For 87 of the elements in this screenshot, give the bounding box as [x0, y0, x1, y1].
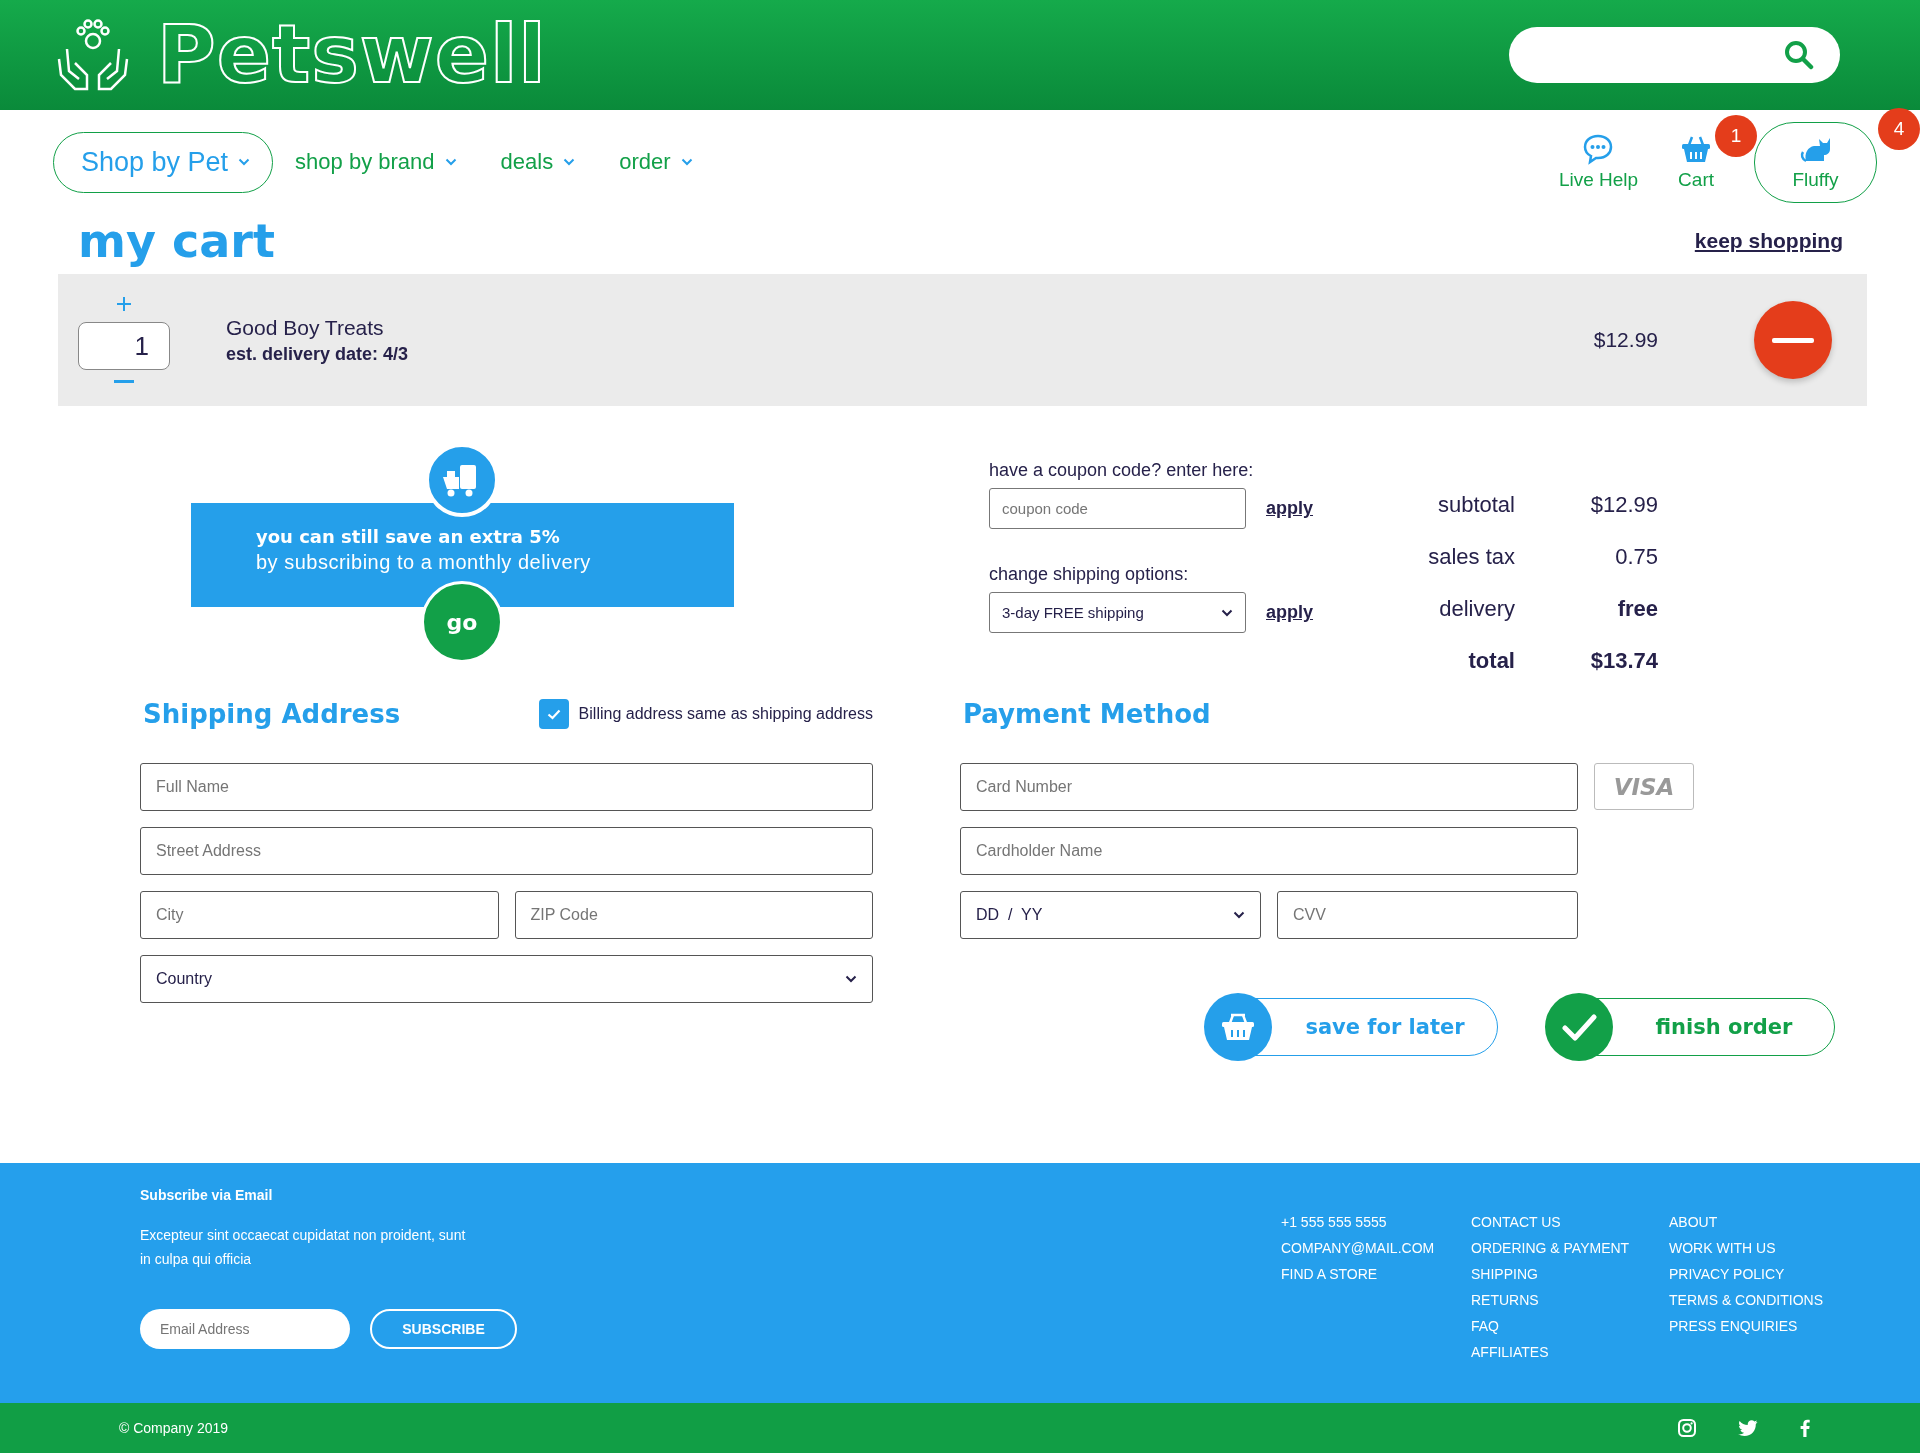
utility-link[interactable]: Fluffy — [1754, 121, 1877, 203]
checkbox[interactable] — [538, 699, 569, 729]
delivery-date: est. delivery date: 4/3 — [226, 343, 409, 365]
utility-link[interactable]: Live Help — [1558, 133, 1639, 191]
chat-bubble-icon — [1582, 133, 1615, 165]
count-badge: 4 — [1878, 107, 1920, 150]
chevron-icon — [680, 158, 693, 166]
check-icon — [1545, 993, 1613, 1061]
input-field[interactable]: City — [140, 891, 499, 939]
basket-icon — [1204, 993, 1272, 1061]
footer-link[interactable]: ABOUT — [1669, 1209, 1718, 1235]
copyright: © Company 2019 — [119, 1420, 229, 1436]
footer-link[interactable]: +1 555 555 5555 — [1281, 1209, 1387, 1235]
facebook-icon[interactable] — [1800, 1419, 1810, 1437]
product-name: Good Boy Treats — [226, 315, 385, 340]
dropdown[interactable]: DD / YY — [960, 891, 1261, 939]
input-field[interactable]: Cardholder Name — [960, 827, 1578, 875]
quantity-field[interactable]: 1 — [78, 322, 170, 370]
apply-link[interactable]: apply — [1266, 498, 1313, 519]
shipping-options-label: change shipping options: — [989, 564, 1190, 585]
chevron-icon — [1233, 911, 1245, 919]
apply-link[interactable]: apply — [1266, 602, 1313, 623]
search-field[interactable] — [1509, 27, 1840, 83]
summary-label: total — [1467, 648, 1515, 674]
subscribe-button[interactable]: SUBSCRIBE — [370, 1309, 517, 1349]
footer-link[interactable]: WORK WITH US — [1669, 1235, 1776, 1261]
coupon-label: have a coupon code? enter here: — [989, 460, 1255, 481]
checkbox-label: Billing address same as shipping address — [578, 705, 873, 723]
twitter-icon[interactable] — [1738, 1420, 1758, 1436]
footer-link[interactable]: RETURNS — [1471, 1287, 1539, 1313]
instagram-icon[interactable] — [1678, 1419, 1696, 1437]
footer-link[interactable]: COMPANY@MAIL.COM — [1281, 1235, 1435, 1261]
save-for-later-button[interactable]: save for later — [1204, 993, 1498, 1061]
summary-label: sales tax — [1427, 544, 1515, 570]
summary-value: 0.75 — [1614, 544, 1658, 570]
go-button[interactable]: go — [421, 581, 503, 663]
checkmark-icon — [546, 708, 561, 720]
chevron-icon — [238, 158, 251, 166]
footer-link[interactable]: PRIVACY POLICY — [1669, 1261, 1785, 1287]
remove-button[interactable] — [1754, 301, 1832, 379]
chevron-icon — [1221, 608, 1233, 617]
footer-link[interactable]: FAQ — [1471, 1313, 1499, 1339]
chevron-icon — [563, 158, 576, 166]
summary-value: $13.74 — [1589, 648, 1658, 674]
input-field[interactable]: ZIP Code — [514, 891, 873, 939]
page-title: my cart — [78, 214, 275, 268]
shipping-dropdown[interactable]: 3-day FREE shipping — [989, 592, 1246, 633]
footer-link[interactable]: ORDERING & PAYMENT — [1471, 1235, 1630, 1261]
summary-label: subtotal — [1436, 492, 1515, 518]
finish-order-button[interactable]: finish order — [1545, 993, 1835, 1061]
summary-value: free — [1616, 596, 1658, 622]
logo-text: Petswell — [157, 15, 547, 95]
footer-link[interactable]: FIND A STORE — [1281, 1261, 1378, 1287]
footer-link[interactable]: TERMS & CONDITIONS — [1669, 1287, 1823, 1313]
minus-icon[interactable] — [114, 380, 134, 384]
input-field[interactable]: Card Number — [960, 763, 1578, 811]
count-badge: 1 — [1715, 115, 1757, 157]
footer-link[interactable]: CONTACT US — [1471, 1209, 1561, 1235]
summary-value: $12.99 — [1589, 492, 1658, 518]
plus-icon[interactable] — [116, 296, 132, 312]
nav-link[interactable]: shop by brand — [295, 149, 457, 175]
nav-link[interactable]: deals — [500, 149, 576, 175]
coupon-field[interactable]: coupon code — [989, 488, 1246, 529]
utility-link[interactable]: Cart — [1678, 133, 1714, 191]
subscribe-text: Excepteur sint occaecat cupidatat non proident, sunt in culpa qui officia — [140, 1226, 467, 1269]
input-field[interactable]: CVV — [1277, 891, 1578, 939]
card-brand-logo: VISA — [1594, 763, 1694, 810]
section-title: Payment Method — [963, 699, 1211, 729]
keep-shopping-link[interactable]: keep shopping — [1694, 229, 1843, 253]
chevron-icon — [845, 975, 857, 983]
promo-headline: you can still save an extra 5% — [256, 526, 561, 547]
dropdown[interactable]: Country — [140, 955, 873, 1003]
subscribe-title: Subscribe via Email — [140, 1187, 274, 1203]
footer-link[interactable]: SHIPPING — [1471, 1261, 1538, 1287]
input-field[interactable]: Street Address — [140, 827, 873, 875]
chevron-icon — [444, 158, 457, 166]
email-field[interactable]: Email Address — [140, 1309, 350, 1349]
footer-link[interactable]: AFFILIATES — [1471, 1339, 1549, 1365]
logo-icon — [55, 19, 131, 91]
item-price: $12.99 — [1593, 328, 1658, 352]
input-field[interactable]: Full Name — [140, 763, 873, 811]
search-icon[interactable] — [1784, 40, 1814, 70]
nav-link[interactable]: order — [619, 149, 693, 175]
footer-link[interactable]: PRESS ENQUIRIES — [1669, 1313, 1798, 1339]
promo-text: by subscribing to a monthly delivery — [256, 551, 592, 574]
summary-label: delivery — [1438, 596, 1515, 622]
section-title: Shipping Address — [143, 699, 401, 729]
